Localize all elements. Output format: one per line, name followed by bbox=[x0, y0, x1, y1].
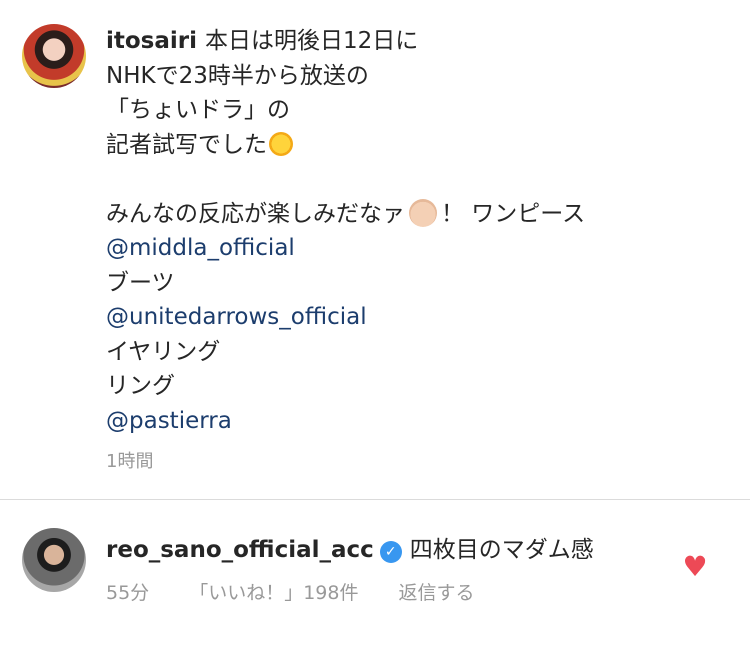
divider bbox=[0, 499, 750, 500]
comment-timestamp: 55分 bbox=[106, 582, 150, 604]
caption-line: NHKで23時半から放送の bbox=[106, 62, 369, 89]
post-timestamp: 1時間 bbox=[106, 451, 154, 472]
caption-line: 「ちょいドラ」の bbox=[106, 97, 290, 123]
mention-link[interactable]: @unitedarrows_official bbox=[106, 300, 726, 335]
caption-line: ！ ワンピース bbox=[441, 200, 586, 227]
comment-likes-count[interactable]: 「いいね！」198件 bbox=[189, 582, 358, 604]
commenter-avatar[interactable] bbox=[22, 528, 86, 592]
comment-body: reo_sano_official_acc ✓ 四枚目のマダム感 bbox=[106, 530, 594, 564]
sun-emoji-icon bbox=[269, 131, 293, 156]
post-author-avatar[interactable] bbox=[22, 24, 86, 88]
mention-link[interactable]: @middla_official bbox=[106, 231, 726, 266]
comment-meta: 55分 「いいね！」198件 返信する bbox=[106, 578, 514, 605]
heart-icon[interactable]: ♥ bbox=[681, 553, 709, 581]
caption-line: ブーツ bbox=[106, 269, 175, 296]
mention-link[interactable]: @pastierra bbox=[106, 404, 726, 439]
post-author-username[interactable]: itosairi bbox=[106, 28, 197, 54]
caption-line: 記者試写でした bbox=[106, 131, 267, 158]
caption-line: みんなの反応が楽しみだなァ bbox=[106, 200, 405, 227]
post-caption: itosairi 本日は明後日12日に NHKで23時半から放送の 「ちょいドラ」… bbox=[106, 24, 726, 438]
baby-emoji-icon bbox=[409, 198, 437, 227]
reply-button[interactable]: 返信する bbox=[398, 582, 474, 604]
caption-line: リング bbox=[106, 373, 175, 399]
comment-text: 四枚目のマダム感 bbox=[409, 537, 594, 563]
commenter-username[interactable]: reo_sano_official_acc bbox=[106, 537, 374, 563]
verified-badge-icon: ✓ bbox=[379, 541, 402, 563]
caption-line: 本日は明後日12日に bbox=[205, 28, 419, 54]
caption-line: イヤリング bbox=[106, 338, 221, 365]
